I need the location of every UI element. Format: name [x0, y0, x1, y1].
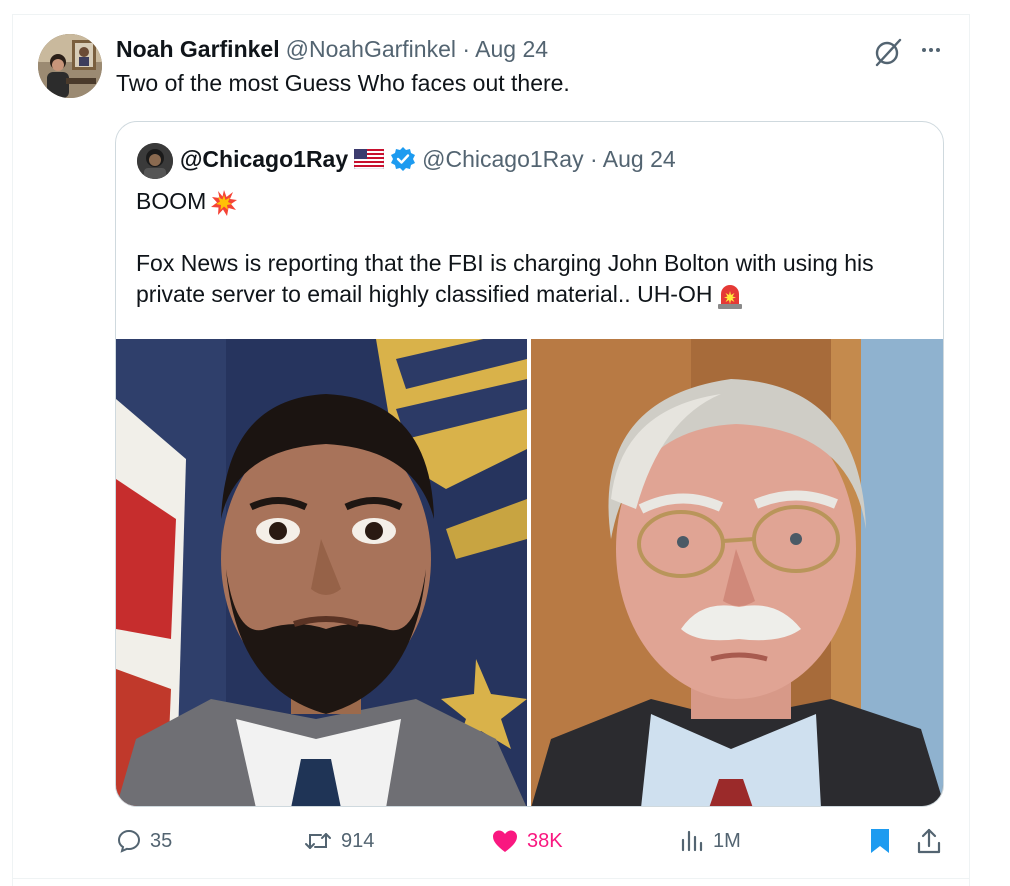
more-icon[interactable] [917, 36, 945, 64]
repost-count: 914 [341, 829, 375, 852]
views-count: 1M [713, 829, 741, 852]
tweet-text: Two of the most Guess Who faces out ther… [116, 70, 570, 96]
quoted-header: @Chicago1Ray @Chicago1Ray · Aug 24 [180, 144, 676, 174]
quoted-line-boom: BOOM [136, 186, 936, 217]
share-icon [917, 828, 941, 854]
repost-icon [305, 833, 331, 849]
quoted-name[interactable]: @Chicago1Ray [180, 146, 348, 173]
bookmark-icon [871, 829, 889, 853]
quoted-line-2: Fox News is reporting that the FBI is ch… [136, 250, 874, 276]
divider [12, 878, 970, 879]
reply-icon [117, 829, 141, 853]
author-handle-date[interactable]: @NoahGarfinkel · Aug 24 [286, 36, 548, 63]
repost-button[interactable]: 914 [303, 826, 374, 856]
share-button[interactable] [916, 826, 950, 856]
author-avatar[interactable] [38, 34, 102, 98]
verified-badge-icon[interactable] [390, 146, 416, 172]
views-button[interactable]: 1M [679, 826, 741, 856]
author-name[interactable]: Noah Garfinkel [116, 36, 280, 63]
police-light-emoji-icon [718, 284, 743, 309]
like-count: 38K [527, 829, 563, 852]
quoted-tweet[interactable]: @Chicago1Ray @Chicago1Ray · Aug 24 BOOM … [115, 121, 944, 807]
reply-count: 35 [150, 829, 173, 852]
quoted-text: BOOM Fox News is reporting that the FBI … [136, 186, 936, 310]
reply-button[interactable]: 35 [116, 826, 172, 856]
explosion-emoji-icon [211, 189, 238, 216]
quoted-handle-date[interactable]: @Chicago1Ray · Aug 24 [422, 146, 676, 173]
views-icon [681, 830, 703, 852]
tweet-header: Noah Garfinkel @NoahGarfinkel · Aug 24 [116, 36, 548, 64]
grok-icon[interactable] [872, 36, 904, 68]
photo-left[interactable] [116, 339, 527, 806]
quoted-avatar[interactable] [137, 143, 173, 179]
photo-right[interactable] [531, 339, 943, 806]
bookmark-button[interactable] [868, 826, 900, 856]
like-button[interactable]: 38K [491, 826, 563, 856]
quoted-line-3: private server to email highly classifie… [136, 279, 936, 310]
us-flag-icon [354, 149, 385, 169]
heart-icon [493, 830, 517, 852]
